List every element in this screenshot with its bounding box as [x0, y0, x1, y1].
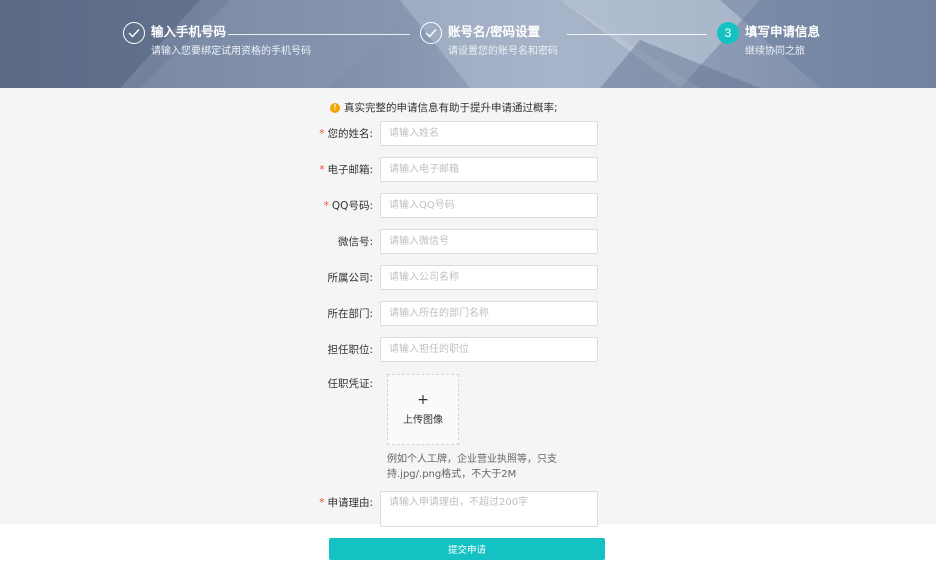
check-icon [123, 22, 145, 44]
step-2: 账号名/密码设置 请设置您的账号名和密码 [420, 22, 558, 59]
required-mark: * [319, 128, 325, 140]
notice-text: 真实完整的申请信息有助于提升申请通过概率; [344, 102, 558, 114]
position-row: 担任职位: [300, 337, 598, 362]
qq-input[interactable] [380, 193, 598, 218]
company-row: 所属公司: [300, 265, 598, 290]
required-mark: * [319, 497, 325, 509]
check-icon [420, 22, 442, 44]
step-2-title: 账号名/密码设置 [448, 24, 541, 39]
step-2-subtitle: 请设置您的账号名和密码 [448, 46, 558, 57]
step-1-subtitle: 请输入您要绑定试用资格的手机号码 [151, 46, 311, 57]
wechat-input[interactable] [380, 229, 598, 254]
form-notice: ! 真实完整的申请信息有助于提升申请通过概率; [330, 100, 558, 115]
company-input[interactable] [380, 265, 598, 290]
name-label: 您的姓名: [327, 128, 373, 140]
required-mark: * [319, 164, 325, 176]
step-3-subtitle: 继续协同之旅 [745, 46, 805, 57]
name-input[interactable] [380, 121, 598, 146]
required-mark: * [323, 200, 329, 212]
reason-row: * 申请理由: [300, 491, 598, 527]
credential-label: 任职凭证: [327, 378, 373, 390]
email-row: * 电子邮箱: [300, 157, 598, 182]
department-input[interactable] [380, 301, 598, 326]
department-row: 所在部门: [300, 301, 598, 326]
upload-label: 上传图像 [403, 415, 443, 426]
position-input[interactable] [380, 337, 598, 362]
position-label: 担任职位: [327, 344, 373, 356]
step-3-number: 3 [717, 22, 739, 44]
step-1: 输入手机号码 请输入您要绑定试用资格的手机号码 [123, 22, 311, 59]
department-label: 所在部门: [327, 308, 373, 320]
qq-row: * QQ号码: [300, 193, 598, 218]
reason-label: 申请理由: [327, 497, 373, 509]
wechat-row: 微信号: [300, 229, 598, 254]
step-connector-2 [567, 34, 707, 35]
reason-textarea[interactable] [380, 491, 598, 527]
name-row: * 您的姓名: [300, 121, 598, 146]
step-3: 3 填写申请信息 继续协同之旅 [717, 22, 820, 59]
steps-banner: 输入手机号码 请输入您要绑定试用资格的手机号码 账号名/密码设置 请设置您的账号… [0, 0, 936, 88]
upload-hint: 例如个人工牌，企业营业执照等，只支持.jpg/.png格式，不大于2M [387, 454, 557, 480]
warning-icon: ! [330, 102, 340, 113]
email-input[interactable] [380, 157, 598, 182]
step-1-title: 输入手机号码 [151, 24, 227, 39]
email-label: 电子邮箱: [327, 164, 373, 176]
submit-button[interactable]: 提交申请 [329, 538, 605, 560]
credential-row: 任职凭证: [300, 376, 380, 391]
qq-label: QQ号码: [331, 200, 373, 212]
wechat-label: 微信号: [337, 236, 373, 248]
step-3-title: 填写申请信息 [745, 24, 821, 39]
company-label: 所属公司: [327, 272, 373, 284]
upload-image-button[interactable]: + 上传图像 [387, 374, 459, 445]
plus-icon: + [417, 392, 429, 408]
